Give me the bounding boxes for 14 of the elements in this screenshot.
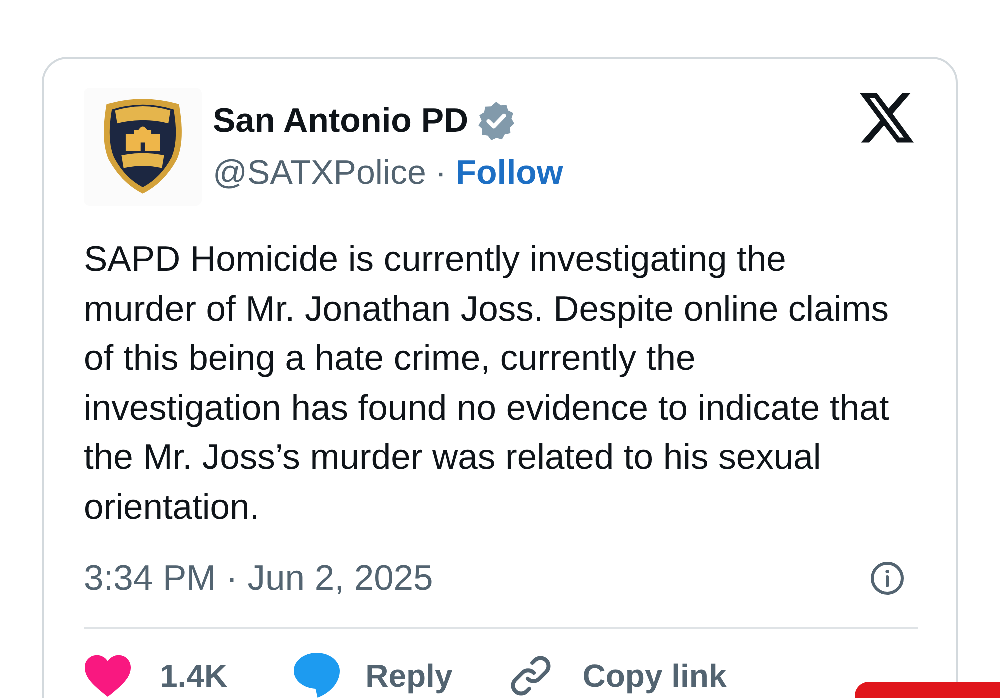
x-logo-icon — [860, 93, 914, 143]
like-count-button[interactable]: 1.4K — [160, 656, 228, 696]
speech-bubble-icon — [294, 653, 340, 698]
post-text: SAPD Homicide is currently investigating the murder of Mr. Jonathan Joss. Despite online claims of this being a hate crime, currently the investigation has found no evidence to indicate that the Mr. Joss’s murder was related to his sexual orientation. — [84, 238, 890, 528]
follow-link[interactable]: Follow — [456, 153, 564, 193]
copy-link-button[interactable]: Copy link — [582, 656, 727, 696]
account-handle: @SATXPolice — [213, 153, 426, 193]
heart-icon — [84, 654, 132, 698]
info-icon — [871, 562, 904, 594]
separator-dot: · — [435, 153, 447, 193]
account-name: San Antonio PD — [213, 101, 469, 141]
link-icon — [510, 656, 551, 696]
reply-button[interactable]: Reply — [366, 656, 453, 696]
post-timestamp: 3:34 PM · Jun 2, 2025 — [84, 558, 434, 598]
